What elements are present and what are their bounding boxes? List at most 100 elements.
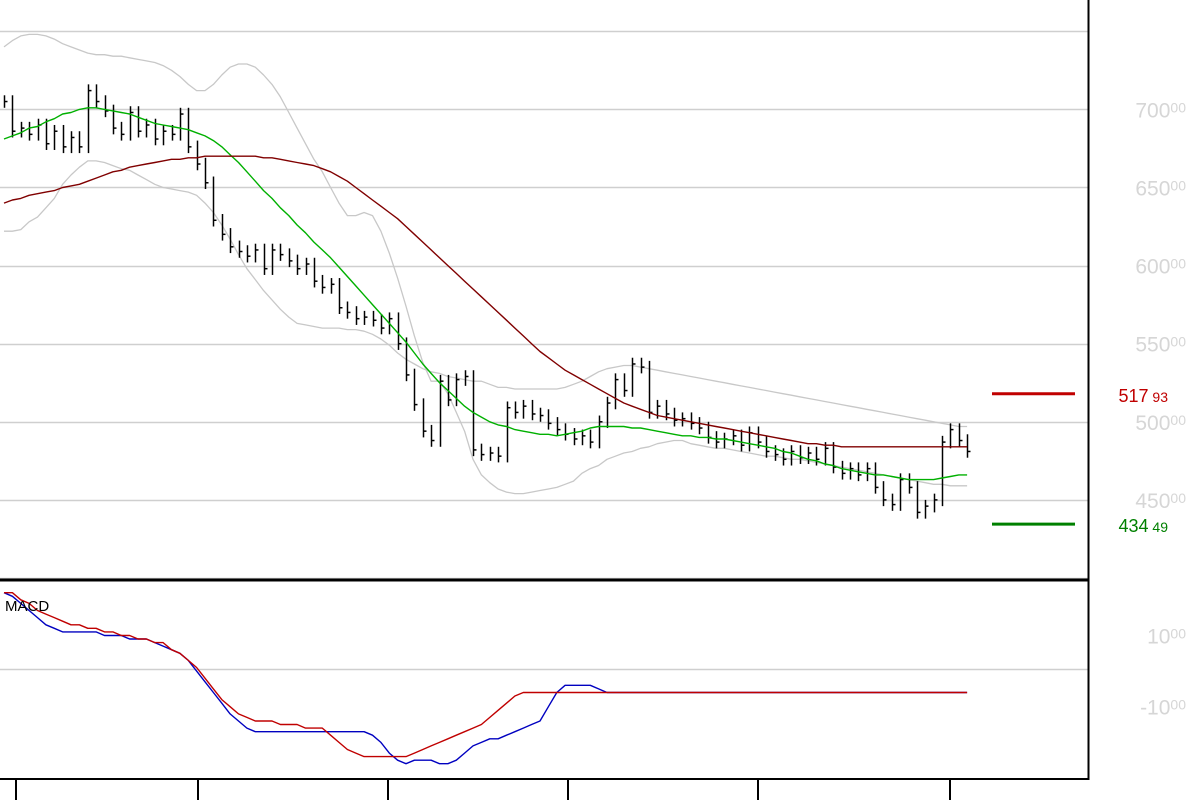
price-bar bbox=[715, 431, 720, 449]
price-bar bbox=[740, 429, 745, 452]
price-bar bbox=[614, 373, 619, 410]
price-bar bbox=[933, 493, 938, 513]
price-bar bbox=[11, 95, 16, 138]
price-bar bbox=[640, 357, 645, 374]
price-bar bbox=[799, 445, 804, 464]
macd-panel-lines: MACD bbox=[3, 592, 968, 765]
price-bar bbox=[841, 460, 846, 480]
price-bar bbox=[874, 462, 879, 494]
price-bar bbox=[238, 240, 243, 258]
price-bar bbox=[70, 131, 75, 154]
price-bar bbox=[397, 312, 402, 350]
price-bar bbox=[246, 245, 251, 263]
reference-line-label: 434 49 bbox=[1118, 516, 1168, 536]
price-bar bbox=[748, 426, 753, 452]
price-tick-label: 60000 bbox=[1135, 256, 1186, 279]
price-bar bbox=[296, 254, 301, 275]
macd-tick-label: -1000 bbox=[1140, 697, 1186, 720]
price-bar bbox=[480, 443, 485, 461]
price-bar bbox=[581, 429, 586, 446]
price-bar bbox=[882, 481, 887, 507]
price-bar bbox=[891, 493, 896, 511]
price-bar bbox=[539, 407, 544, 422]
reference-line-label: 517 93 bbox=[1118, 386, 1168, 406]
price-bar bbox=[53, 124, 58, 150]
price-tick-label: 55000 bbox=[1135, 334, 1186, 357]
price-bar bbox=[279, 243, 284, 261]
price-bar bbox=[606, 396, 611, 429]
price-bar bbox=[87, 84, 92, 154]
price-bar bbox=[497, 446, 502, 463]
macd-title: MACD bbox=[5, 598, 49, 615]
price-bar bbox=[531, 399, 536, 421]
price-bar bbox=[372, 310, 377, 327]
price-bar bbox=[330, 278, 335, 294]
price-bar bbox=[137, 106, 142, 138]
macd-signal-line bbox=[4, 592, 968, 758]
macd-line bbox=[3, 592, 968, 765]
price-bar bbox=[723, 432, 728, 449]
price-bar bbox=[221, 214, 226, 241]
price-bar bbox=[623, 373, 628, 397]
price-bar bbox=[271, 243, 276, 275]
price-bar bbox=[522, 399, 527, 419]
price-bar bbox=[20, 121, 25, 138]
price-bar bbox=[598, 415, 603, 449]
price-bar bbox=[363, 310, 368, 325]
price-panel-reference-lines: 517 93 434 49 bbox=[992, 386, 1168, 536]
price-bar bbox=[564, 423, 569, 441]
price-bar bbox=[514, 401, 519, 419]
price-bar bbox=[547, 409, 552, 430]
price-bar bbox=[3, 95, 8, 108]
price-panel-bars bbox=[3, 84, 971, 519]
price-bar bbox=[321, 274, 326, 294]
price-bar bbox=[489, 446, 494, 461]
price-bar bbox=[129, 106, 134, 141]
price-bar bbox=[430, 424, 435, 447]
price-bar bbox=[832, 442, 837, 474]
price-bar bbox=[464, 370, 469, 386]
price-tick-label: 65000 bbox=[1135, 177, 1186, 200]
price-panel-bands bbox=[3, 33, 968, 495]
price-tick-label: 45000 bbox=[1135, 490, 1186, 513]
price-bar bbox=[288, 248, 293, 268]
price-bar bbox=[62, 124, 67, 154]
price-bar bbox=[95, 84, 100, 108]
price-bar bbox=[162, 124, 167, 146]
price-bar bbox=[413, 368, 418, 411]
price-bar bbox=[28, 121, 33, 141]
price-bar bbox=[154, 118, 159, 146]
price-bar bbox=[196, 140, 201, 171]
price-bar bbox=[229, 228, 234, 254]
price-bar bbox=[179, 107, 184, 141]
price-panel-moving-averages bbox=[3, 107, 968, 481]
price-panel-grid bbox=[0, 30, 1088, 580]
price-bar bbox=[37, 118, 42, 141]
price-bar bbox=[422, 398, 427, 438]
price-bar bbox=[782, 448, 787, 466]
price-bar bbox=[732, 429, 737, 446]
price-bar bbox=[698, 417, 703, 435]
price-bar bbox=[313, 257, 318, 288]
price-bar bbox=[204, 157, 209, 190]
price-bar bbox=[120, 121, 125, 141]
stock-chart: 517 93 434 49 45000 50000 55000 60000 65000 70… bbox=[0, 0, 1186, 800]
price-bar bbox=[949, 423, 954, 449]
price-bar bbox=[966, 434, 971, 458]
price-panel-tick-labels: 45000 50000 55000 60000 65000 70000 bbox=[1135, 99, 1186, 513]
price-bar bbox=[104, 95, 109, 118]
price-bar bbox=[774, 445, 779, 461]
price-bar bbox=[924, 499, 929, 519]
price-bar bbox=[690, 412, 695, 430]
price-bar bbox=[263, 243, 268, 275]
price-bar bbox=[78, 131, 83, 154]
bollinger-band-line bbox=[3, 33, 968, 495]
bollinger-band-line bbox=[4, 160, 968, 428]
price-bar bbox=[45, 118, 50, 150]
price-bar bbox=[506, 401, 511, 463]
price-bar bbox=[338, 278, 343, 314]
price-bar bbox=[355, 306, 360, 325]
price-bar bbox=[681, 412, 686, 427]
chart-frame bbox=[0, 0, 1090, 800]
price-bar bbox=[212, 176, 217, 227]
